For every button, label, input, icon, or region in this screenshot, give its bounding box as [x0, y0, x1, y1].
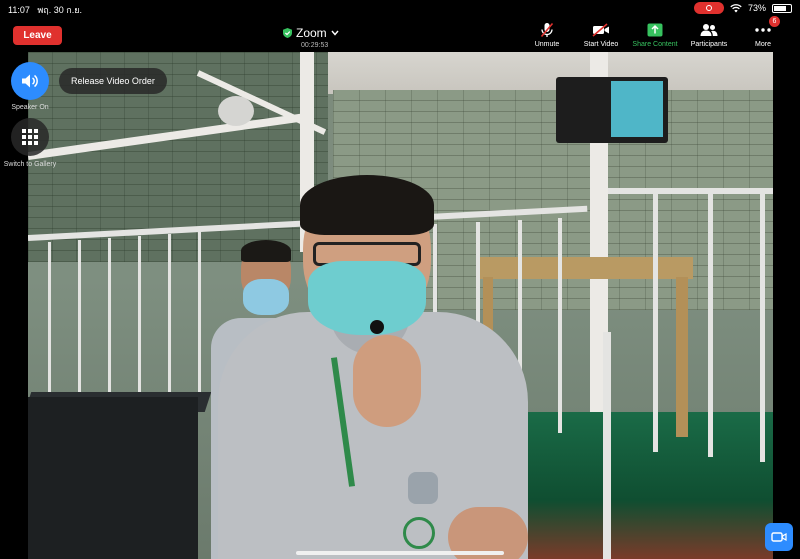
speaker-icon: [22, 74, 38, 88]
railing-post: [138, 236, 141, 406]
more-button[interactable]: 6 More: [736, 16, 790, 48]
participants-label: Participants: [690, 41, 728, 48]
screen-recording-indicator[interactable]: [693, 2, 724, 14]
railing-post: [198, 232, 201, 402]
microphone-muted-icon: [540, 22, 554, 38]
podium: [28, 397, 198, 559]
speaker-hair: [300, 175, 434, 235]
release-video-order-label: Release Video Order: [71, 76, 155, 86]
more-label: More: [755, 41, 771, 48]
speaker-label: Speaker On: [11, 104, 49, 111]
speaker-toggle-button[interactable]: [11, 62, 49, 100]
wall-speaker: [218, 96, 254, 126]
start-video-button[interactable]: Start Video: [574, 22, 628, 48]
grid-icon: [22, 129, 38, 145]
battery-percent: 73%: [747, 3, 766, 13]
railing-post: [708, 192, 713, 457]
camera-icon: [771, 532, 787, 542]
active-speaker-video[interactable]: [28, 52, 773, 559]
participants-button[interactable]: Participants: [682, 22, 736, 48]
more-badge: 6: [769, 16, 780, 27]
railing-post: [168, 234, 171, 404]
railing-post: [653, 192, 658, 452]
shirt-logo: [403, 517, 435, 549]
encryption-shield-icon: [283, 28, 292, 38]
railing-top-bar: [608, 188, 773, 194]
share-screen-icon: [647, 23, 663, 37]
share-content-button[interactable]: Share Content: [628, 22, 682, 48]
home-indicator[interactable]: [296, 551, 504, 555]
unmute-label: Unmute: [534, 41, 560, 48]
face-mask: [308, 261, 426, 335]
railing-post: [78, 240, 81, 410]
meeting-title[interactable]: Zoom: [283, 26, 339, 40]
switch-camera-button[interactable]: [765, 523, 793, 551]
wifi-icon: [730, 3, 742, 12]
video-off-icon: [592, 23, 609, 37]
ceiling: [328, 52, 773, 94]
railing-post: [558, 218, 562, 433]
railing-post: [760, 192, 765, 462]
handrail: [603, 332, 611, 559]
railing-post: [48, 242, 51, 412]
battery-fill: [774, 5, 786, 11]
release-video-order-button[interactable]: Release Video Order: [59, 68, 167, 94]
unmute-button[interactable]: Unmute: [520, 22, 574, 48]
wristwatch: [408, 472, 438, 504]
status-left: 11:07 พฤ. 30 ก.ย.: [8, 3, 82, 17]
switch-to-gallery-button[interactable]: [11, 118, 49, 156]
start-video-label: Start Video: [583, 41, 619, 48]
status-bar: 11:07 พฤ. 30 ก.ย. 73%: [0, 0, 800, 16]
meeting-toolbar: Unmute Start Video Share Content Partici…: [520, 16, 790, 48]
meeting-timer: 00:29:53: [301, 42, 329, 49]
status-right: 73%: [693, 2, 792, 14]
chevron-down-icon: [331, 30, 339, 36]
speaker-hand: [353, 335, 421, 427]
speaking-person: [218, 175, 528, 559]
participants-icon: [700, 24, 718, 36]
meeting-title-text: Zoom: [296, 26, 327, 40]
status-time: 11:07: [8, 5, 30, 15]
table-leg: [676, 277, 688, 437]
battery-icon: [772, 3, 792, 13]
railing-post: [108, 238, 111, 408]
status-date: พฤ. 30 ก.ย.: [37, 5, 82, 15]
leave-button[interactable]: Leave: [13, 26, 62, 45]
share-content-label: Share Content: [632, 41, 678, 48]
gallery-label: Switch to Gallery: [3, 161, 57, 168]
more-dots-icon: [755, 28, 771, 32]
handheld-microphone: [370, 320, 384, 334]
wall-television: [556, 77, 668, 143]
tv-screen: [611, 81, 663, 137]
record-icon: [705, 5, 712, 11]
